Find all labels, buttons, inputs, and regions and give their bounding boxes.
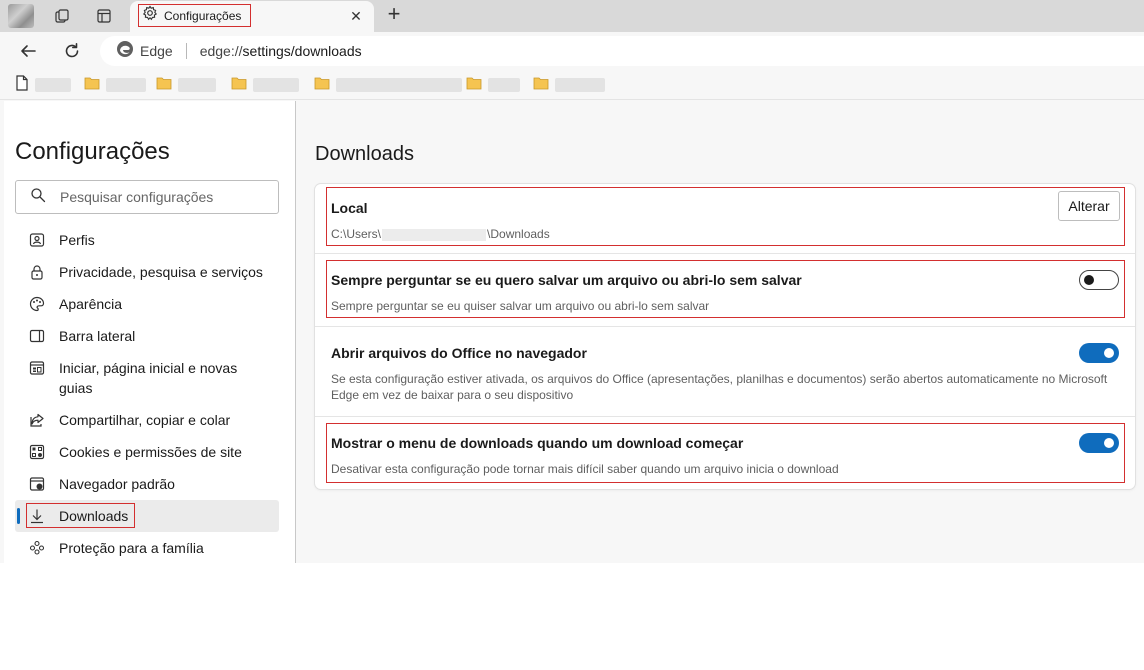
gear-icon [142, 5, 158, 26]
location-row: Local C:\Users\ \Downloads Alterar [315, 184, 1135, 253]
setting-title: Mostrar o menu de downloads quando um do… [331, 435, 744, 451]
settings-sidebar: Configurações Perfis Privacidade, pesqui… [4, 101, 296, 563]
new-tab-button[interactable]: + [383, 3, 405, 26]
folder-icon [314, 76, 330, 95]
downloads-highlight [26, 503, 135, 528]
favorite-folder[interactable] [466, 77, 520, 93]
downloads-settings-card: Local C:\Users\ \Downloads Alterar Sempre… [315, 184, 1135, 489]
folder-icon [533, 76, 549, 95]
sidebar-item-label: Compartilhar, copiar e colar [59, 412, 231, 428]
favorite-folder[interactable] [231, 77, 299, 93]
search-input[interactable] [15, 180, 279, 214]
redacted-username [382, 228, 487, 241]
favorite-folder[interactable] [84, 77, 146, 93]
setting-row-always-ask: Sempre perguntar se eu quero salvar um a… [315, 254, 1135, 326]
vertical-tabs-icon[interactable] [91, 4, 117, 28]
sidebar-item-label: Iniciar, página inicial e novas guias [59, 360, 238, 396]
site-identity-label: Edge [140, 43, 173, 59]
folder-icon [84, 76, 100, 95]
office-toggle[interactable] [1079, 343, 1119, 363]
favorites-bar [0, 70, 1144, 100]
tab-title-highlight: Configurações [138, 4, 251, 27]
settings-content: Configurações Perfis Privacidade, pesqui… [0, 101, 1144, 563]
tab-settings[interactable]: Configurações ✕ [130, 1, 374, 32]
toggle-knob [1084, 275, 1094, 285]
setting-description: Se esta configuração estiver ativada, os… [331, 372, 1108, 402]
sidebar-item-cookies[interactable]: Cookies e permissões de site [15, 442, 279, 462]
always-ask-toggle[interactable] [1079, 270, 1119, 290]
favorite-folder[interactable] [156, 77, 216, 93]
favorite-folder[interactable] [533, 77, 605, 93]
page-title: Configurações [15, 138, 170, 165]
sidebar-item-navegador-padrao[interactable]: Navegador padrão [15, 474, 279, 494]
setting-row-office: Abrir arquivos do Office no navegador Se… [315, 327, 1135, 416]
profile-icon [28, 231, 46, 249]
palette-icon [28, 295, 46, 313]
sidebar-item-perfis[interactable]: Perfis [15, 230, 279, 250]
default-browser-icon [28, 475, 46, 493]
sidebar-item-label: Aparência [59, 296, 123, 312]
toggle-knob [1104, 348, 1114, 358]
cookies-icon [28, 443, 46, 461]
sidebar-item-label: Perfis [59, 232, 95, 248]
sidebar-item-aparencia[interactable]: Aparência [15, 294, 279, 314]
sidebar-item-label: Privacidade, pesquisa e serviços [59, 264, 263, 280]
url-path: settings/downloads [242, 43, 362, 59]
family-icon [28, 539, 46, 557]
address-toolbar: Edge edge://settings/downloads [0, 32, 1144, 70]
sidebar-item-barra-lateral[interactable]: Barra lateral [15, 326, 279, 346]
refresh-icon[interactable] [60, 39, 84, 63]
url-scheme: edge:// [199, 43, 243, 59]
sidebar-item-label: Barra lateral [59, 328, 136, 344]
sidebar-item-label: Cookies e permissões de site [59, 444, 242, 460]
sidebar-item-downloads[interactable]: Downloads [15, 500, 279, 532]
sidebar-item-privacidade[interactable]: Privacidade, pesquisa e serviços [15, 262, 279, 282]
path-suffix: \Downloads [487, 227, 550, 241]
setting-title: Sempre perguntar se eu quero salvar um a… [331, 272, 802, 288]
search-icon [30, 187, 46, 208]
folder-icon [466, 76, 482, 95]
setting-description: Sempre perguntar se eu quiser salvar um … [331, 299, 710, 313]
toggle-knob [1104, 438, 1114, 448]
sidebar-item-label: Navegador padrão [59, 476, 175, 492]
back-arrow-icon[interactable] [16, 39, 40, 63]
setting-row-downloads-menu: Mostrar o menu de downloads quando um do… [315, 417, 1135, 489]
sidebar-item-protecao-familia[interactable]: Proteção para a família [15, 538, 279, 558]
change-location-button[interactable]: Alterar [1058, 191, 1120, 221]
sidebar-item-label: Proteção para a família [59, 540, 204, 556]
address-separator [185, 43, 187, 59]
browser-window: Configurações ✕ + Edge edge://settings/d… [0, 0, 1144, 563]
home-tabs-icon [28, 359, 46, 377]
location-title: Local [331, 200, 368, 216]
path-prefix: C:\Users\ [331, 227, 382, 241]
selected-indicator [17, 508, 20, 524]
sidebar-item-iniciar[interactable]: Iniciar, página inicial e novas guias [15, 358, 279, 398]
workspaces-icon[interactable] [49, 4, 75, 28]
tab-title: Configurações [164, 8, 242, 23]
tab-strip: Configurações ✕ + [0, 0, 1144, 32]
setting-title: Abrir arquivos do Office no navegador [331, 345, 587, 361]
profile-avatar[interactable] [8, 4, 34, 28]
sidebar-item-compartilhar[interactable]: Compartilhar, copiar e colar [15, 410, 279, 430]
favorite-folder[interactable] [314, 77, 462, 93]
folder-icon [156, 76, 172, 95]
address-bar[interactable]: Edge edge://settings/downloads [100, 36, 1144, 66]
favorite-page[interactable] [15, 74, 71, 96]
sidebar-icon [28, 327, 46, 345]
lock-icon [28, 263, 46, 281]
downloads-menu-toggle[interactable] [1079, 433, 1119, 453]
folder-icon [231, 76, 247, 95]
url-text[interactable]: edge://settings/downloads [200, 43, 362, 59]
page-icon [15, 74, 29, 96]
location-path: C:\Users\ \Downloads [331, 226, 550, 242]
share-icon [28, 411, 46, 429]
section-heading: Downloads [315, 143, 414, 165]
search-field[interactable] [60, 189, 270, 205]
setting-description: Desativar esta configuração pode tornar … [331, 462, 839, 476]
edge-logo-icon [116, 40, 134, 63]
close-tab-icon[interactable]: ✕ [348, 8, 364, 24]
